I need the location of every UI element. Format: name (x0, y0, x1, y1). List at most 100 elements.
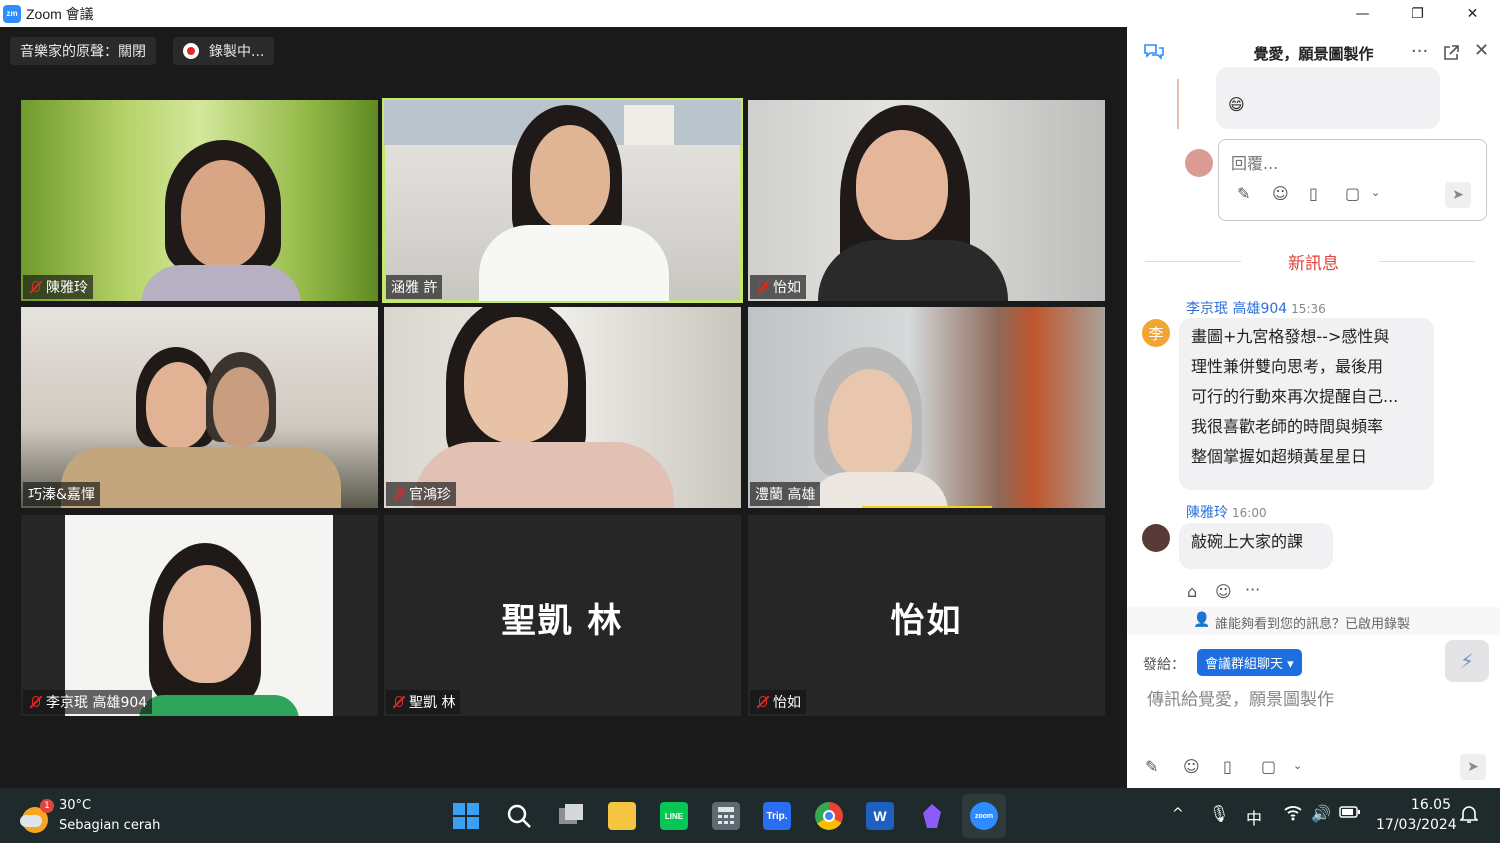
file-icon[interactable]: ▯ (1309, 184, 1318, 203)
screenshot-icon[interactable]: ▢ (1345, 184, 1360, 203)
weather-widget[interactable]: 1 (20, 799, 54, 833)
emoji-icon[interactable]: ☺ (1272, 184, 1289, 203)
obsidian-icon[interactable] (918, 802, 946, 830)
video-tile-no-video[interactable]: 怡如 怡如 (748, 515, 1105, 716)
message-sender: 李京珉 高雄904 15:36 (1186, 301, 1326, 317)
pop-out-icon[interactable] (1442, 44, 1460, 62)
chevron-down-icon[interactable]: ⌄ (1293, 759, 1302, 772)
participant-name-tag: 涵雅 許 (386, 275, 443, 299)
clock-time[interactable]: 16.05 (1405, 797, 1451, 813)
calculator-icon[interactable] (712, 802, 740, 830)
send-to-label: 發給： (1143, 657, 1185, 673)
participant-name-tag: 澧蘭 高雄 (750, 482, 821, 506)
restore-button[interactable]: ❐ (1390, 0, 1445, 27)
send-icon[interactable]: ➤ (1460, 754, 1486, 780)
participant-name: 涵雅 許 (391, 280, 438, 296)
reply-box[interactable]: 回覆... ✎ ☺ ▯ ▢ ⌄ ➤ (1218, 139, 1487, 221)
battery-icon[interactable] (1339, 804, 1361, 823)
start-icon[interactable] (452, 802, 480, 830)
word-icon[interactable]: W (866, 802, 894, 830)
file-explorer-icon[interactable] (608, 802, 636, 830)
video-tile-no-video[interactable]: 聖凱 林 聖凱 林 (384, 515, 741, 716)
volume-icon[interactable]: 🔊 (1311, 804, 1331, 823)
screenshot-icon[interactable]: ▢ (1261, 757, 1276, 776)
minimize-button[interactable]: — (1335, 0, 1390, 27)
add-reaction-icon[interactable]: ☺ (1215, 582, 1232, 601)
chevron-down-icon: ▾ (1287, 657, 1294, 672)
video-tile[interactable]: 官鴻珍 (384, 307, 741, 508)
emoji-icon[interactable]: ☺ (1183, 757, 1200, 776)
participant-name: 怡如 (773, 280, 801, 296)
recipient-select[interactable]: 會議群組聊天 ▾ (1197, 649, 1302, 676)
video-tile[interactable]: 巧溱&嘉惲 (21, 307, 378, 508)
chrome-icon[interactable] (815, 802, 843, 830)
avatar[interactable] (1142, 524, 1170, 552)
participant-name-tag: 怡如 (750, 690, 806, 714)
microphone-icon[interactable]: 🎙 (1209, 804, 1229, 823)
reply-thread-icon[interactable]: ⌂ (1187, 582, 1197, 601)
video-tile[interactable]: 陳雅玲 (21, 100, 378, 301)
notification-badge: 1 (40, 799, 54, 813)
video-tile[interactable]: 澧蘭 高雄 (748, 307, 1105, 508)
trip-icon[interactable]: Trip. (763, 802, 791, 830)
avatar[interactable]: 李 (1142, 319, 1170, 347)
visibility-notice: 👤 誰能夠看到您的訊息？已啟用錄製 (1127, 607, 1500, 635)
mic-muted-icon (28, 695, 42, 709)
clock-date[interactable]: 17/03/2024 (1376, 817, 1457, 833)
original-sound-label: 音樂家的原聲：關閉 (20, 44, 146, 60)
more-options-icon[interactable]: ··· (1411, 41, 1428, 62)
input-method-indicator[interactable]: 中 (1246, 805, 1262, 829)
message-bubble: 敲碗上大家的課 (1179, 523, 1333, 569)
participant-name-tag: 怡如 (750, 275, 806, 299)
visibility-text: 誰能夠看到您的訊息？已啟用錄製 (1215, 617, 1411, 632)
window-title: Zoom 會議 (26, 5, 94, 22)
video-tile-active-speaker[interactable]: 涵雅 許 (382, 98, 743, 303)
ai-companion-icon[interactable]: ⚡ (1445, 640, 1489, 682)
chevron-down-icon[interactable]: ⌄ (1371, 186, 1380, 199)
participant-name: 巧溱&嘉惲 (28, 487, 95, 503)
participant-name: 聖凱 林 (409, 695, 456, 711)
person-icon: 👤 (1193, 612, 1211, 628)
mic-muted-icon (391, 487, 405, 501)
file-icon[interactable]: ▯ (1223, 757, 1232, 776)
video-tile[interactable]: 怡如 (748, 100, 1105, 301)
avatar (1185, 149, 1213, 177)
close-button[interactable]: ✕ (1445, 0, 1500, 27)
message-bubble: 畫圖+九宮格發想-->感性與 理性兼併雙向思考，最後用 可行的行動來再次提醒自己… (1179, 318, 1434, 490)
record-icon (183, 43, 199, 59)
mic-muted-icon (755, 695, 769, 709)
participant-display-name: 怡如 (890, 601, 963, 641)
participant-name-tag: 聖凱 林 (386, 690, 461, 714)
recipient-label: 會議群組聊天 (1205, 657, 1284, 672)
chat-panel: 覺愛，願景圖製作 ··· ✕ 😄 回覆... ✎ ☺ ▯ ▢ ⌄ ➤ 新訊息 李… (1127, 27, 1500, 788)
weather-temp: 30°C (59, 798, 92, 813)
task-view-icon[interactable] (557, 802, 585, 830)
weather-description: Sebagian cerah (59, 818, 161, 833)
meeting-area: 音樂家的原聲：關閉 錄製中... 陳雅玲 涵雅 許 怡如 巧溱&嘉惲 官鴻珍 澧… (0, 27, 1127, 788)
recording-indicator[interactable]: 錄製中... (173, 37, 275, 65)
original-sound-indicator[interactable]: 音樂家的原聲：關閉 (10, 37, 156, 65)
participant-name: 李京珉 高雄904 (46, 695, 148, 711)
message-more-icon[interactable]: ··· (1245, 580, 1260, 599)
show-hidden-icons-icon[interactable]: ^ (1172, 806, 1184, 822)
reply-input[interactable]: 回覆... (1231, 150, 1278, 174)
participant-display-name: 聖凱 林 (501, 601, 624, 641)
send-icon[interactable]: ➤ (1445, 182, 1471, 208)
video-tile[interactable]: 李京珉 高雄904 (21, 515, 378, 716)
message-input[interactable]: 傳訊給覺愛，願景圖製作 (1147, 685, 1334, 710)
notification-bell-icon[interactable] (1459, 804, 1479, 828)
title-bar: zm Zoom 會議 — ❐ ✕ (0, 0, 1500, 27)
format-icon[interactable]: ✎ (1237, 184, 1250, 203)
taskbar: 1 30°C Sebagian cerah LINE Trip. W zoom … (0, 788, 1500, 843)
format-icon[interactable]: ✎ (1145, 757, 1158, 776)
zoom-logo-icon: zm (3, 4, 21, 23)
wifi-icon[interactable] (1283, 803, 1303, 825)
previous-message-bubble: 😄 (1216, 67, 1440, 129)
participant-name: 官鴻珍 (409, 487, 451, 503)
laughing-emoji: 😄 (1228, 95, 1245, 114)
participant-name: 陳雅玲 (46, 280, 88, 296)
zoom-icon[interactable]: zoom (970, 802, 998, 830)
search-icon[interactable] (505, 802, 533, 830)
line-icon[interactable]: LINE (660, 802, 688, 830)
close-panel-icon[interactable]: ✕ (1474, 40, 1489, 61)
